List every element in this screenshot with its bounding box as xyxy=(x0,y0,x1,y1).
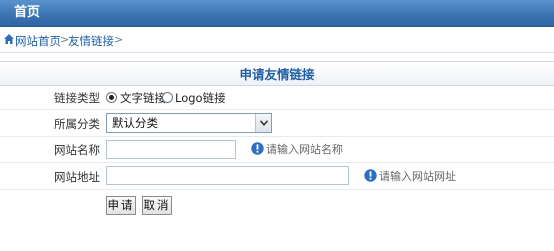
site-name-row: 网站名称 请输入网站名称 xyxy=(0,137,554,163)
breadcrumb: 网站首页 > 友情链接 > xyxy=(0,29,554,53)
category-select[interactable]: 默认分类 xyxy=(106,113,272,133)
category-row: 所属分类 默认分类 xyxy=(0,110,554,137)
site-name-label: 网站名称 xyxy=(54,143,100,157)
site-name-hint: 请输入网站名称 xyxy=(266,143,343,156)
header-title: 首页 xyxy=(14,5,41,20)
breadcrumb-friendlinks-link[interactable]: 友情链接 xyxy=(68,34,114,48)
link-type-label: 链接类型 xyxy=(54,91,100,105)
info-icon xyxy=(364,169,377,182)
link-type-row: 链接类型 文字链接 Logo链接 xyxy=(0,86,554,110)
breadcrumb-separator: > xyxy=(114,33,124,46)
site-name-input[interactable] xyxy=(106,140,236,159)
info-icon xyxy=(251,142,264,155)
radio-logo-link[interactable] xyxy=(162,92,173,103)
home-icon xyxy=(4,34,14,44)
select-arrow-button[interactable] xyxy=(255,114,271,132)
radio-text-link[interactable] xyxy=(106,92,117,103)
category-label: 所属分类 xyxy=(54,117,100,131)
radio-logo-link-label[interactable]: Logo链接 xyxy=(175,91,226,105)
radio-text-link-label[interactable]: 文字链接 xyxy=(120,91,166,105)
top-header-bar: 首页 xyxy=(0,0,554,27)
cancel-button[interactable]: 取消 xyxy=(142,196,172,215)
category-select-value: 默认分类 xyxy=(112,116,158,130)
form-header: 申请友情链接 xyxy=(0,61,554,86)
site-url-row: 网站地址 请输入网站网址 xyxy=(0,163,554,190)
site-url-input[interactable] xyxy=(106,166,349,185)
breadcrumb-home-link[interactable]: 网站首页 xyxy=(15,34,61,48)
form-title: 申请友情链接 xyxy=(239,67,315,82)
chevron-down-icon xyxy=(260,120,268,126)
submit-button[interactable]: 申请 xyxy=(106,196,136,215)
site-url-label: 网站地址 xyxy=(54,170,100,184)
site-url-hint: 请输入网站网址 xyxy=(379,170,456,183)
